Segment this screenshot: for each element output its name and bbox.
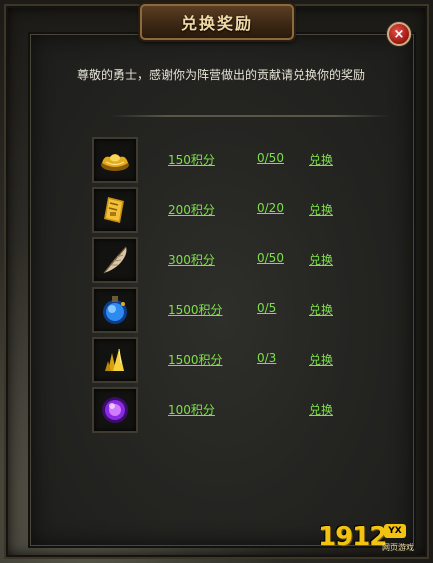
points-cost: 1500积分 [168,303,223,317]
window-title: 兑换奖励 [180,14,253,33]
gold-bar-icon [104,197,124,223]
title-plate: 兑换奖励 [140,4,294,40]
exchange-link[interactable]: 兑换 [309,251,333,268]
exchange-link[interactable]: 兑换 [309,401,333,418]
reward-slot[interactable] [92,187,138,233]
gold-crystal-icon [105,348,124,371]
exchange-progress: 0/3 [257,351,277,365]
close-icon: × [393,26,405,42]
points-cost: 200积分 [168,203,215,217]
blue-potion-icon [103,296,127,324]
points-cost: 300积分 [168,253,215,267]
points-cost: 100积分 [168,403,215,417]
gold-ingot-icon [101,154,129,171]
reward-slot[interactable] [92,337,138,383]
reward-row: 150积分 0/50 兑换 [0,137,433,187]
feather-icon [103,246,127,274]
points-cost: 1500积分 [168,353,223,367]
divider [110,115,390,117]
reward-slot[interactable] [92,387,138,433]
reward-row: 300积分 0/50 兑换 [0,237,433,287]
reward-row: 1500积分 0/3 兑换 [0,337,433,387]
intro-text: 尊敬的勇士，感谢你为阵营做出的贡献请兑换你的奖励 [76,68,365,82]
reward-slot[interactable] [92,287,138,333]
logo-number: 1912 [318,522,387,552]
exchange-link[interactable]: 兑换 [309,151,333,168]
reward-slot[interactable] [92,237,138,283]
reward-slot[interactable] [92,137,138,183]
reward-row: 100积分 兑换 [0,387,433,437]
logo-badge: YX [384,524,406,538]
points-cost: 150积分 [168,153,215,167]
exchange-progress: 0/50 [257,251,284,265]
close-button[interactable]: × [387,22,411,46]
exchange-progress: 0/50 [257,151,284,165]
logo-subtitle: 网页游戏 [382,543,414,552]
site-logo: 1912 YX 网页游戏 [318,522,418,556]
exchange-link[interactable]: 兑换 [309,351,333,368]
purple-orb-icon [102,397,128,423]
reward-row: 200积分 0/20 兑换 [0,187,433,237]
exchange-progress: 0/5 [257,301,277,315]
exchange-link[interactable]: 兑换 [309,201,333,218]
exchange-progress: 0/20 [257,201,284,215]
exchange-link[interactable]: 兑换 [309,301,333,318]
reward-row: 1500积分 0/5 兑换 [0,287,433,337]
